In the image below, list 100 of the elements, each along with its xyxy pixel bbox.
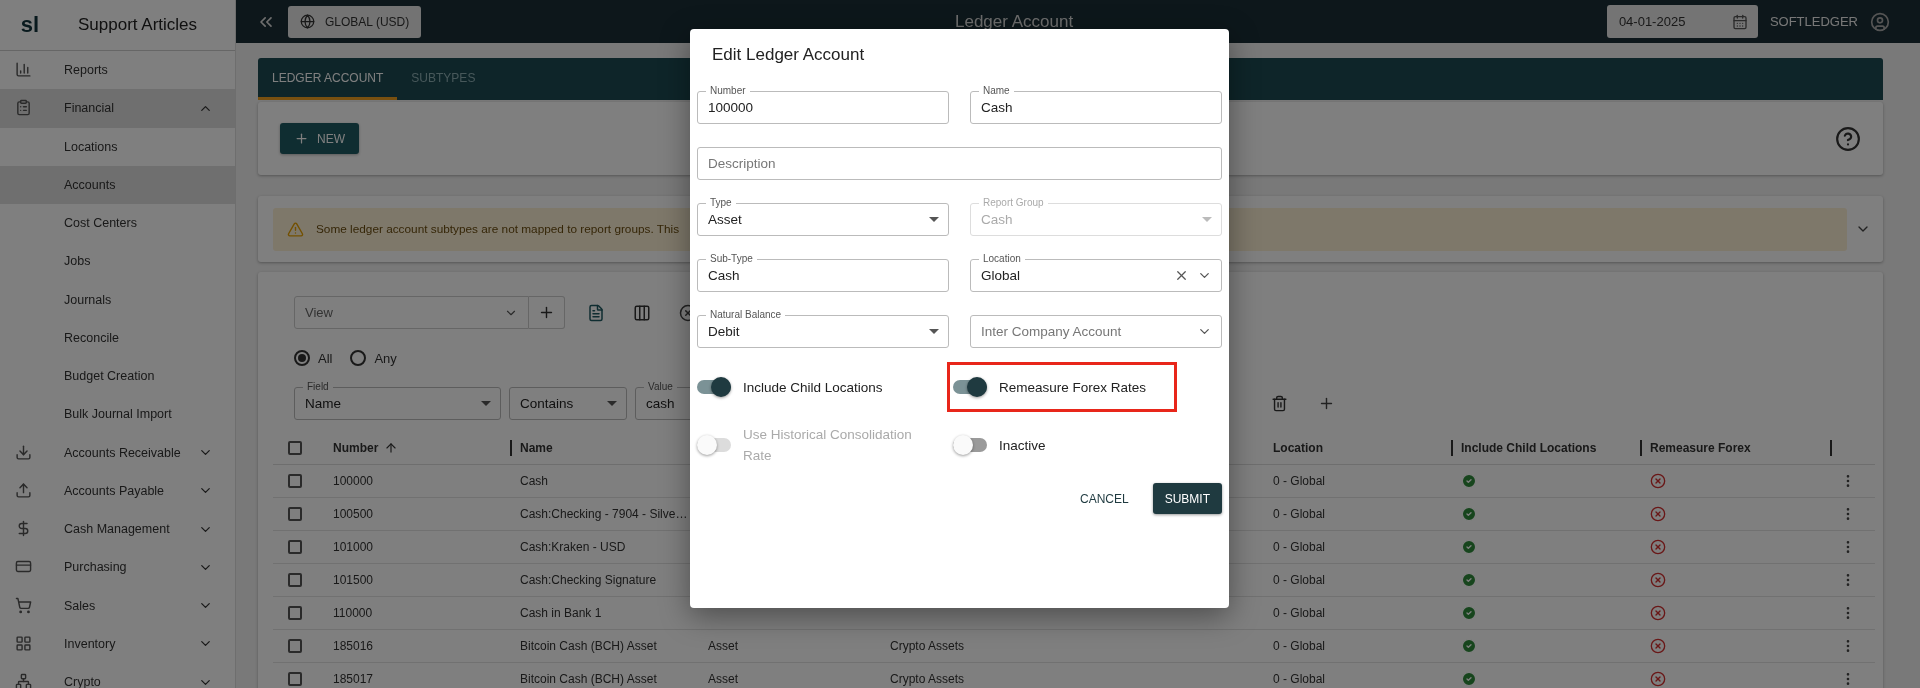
network-icon xyxy=(15,673,32,688)
sidebar-item[interactable]: Purchasing xyxy=(0,548,235,587)
radio-label: All xyxy=(318,350,333,366)
toggle-switch[interactable] xyxy=(953,435,987,455)
column-header[interactable]: Location xyxy=(1273,441,1323,455)
sidebar-item[interactable]: Budget Creation xyxy=(0,357,235,396)
toggle-label: Inactive xyxy=(999,436,1047,455)
sidebar-item[interactable]: Bulk Journal Import xyxy=(0,395,235,434)
dropdown-field[interactable]: Contains xyxy=(509,387,627,420)
radio-button[interactable] xyxy=(294,350,310,366)
document-icon[interactable] xyxy=(587,303,605,322)
column-header[interactable]: Name xyxy=(520,441,553,455)
toggle-switch[interactable] xyxy=(697,377,731,397)
globe-icon xyxy=(300,14,315,29)
sidebar-item[interactable]: Accounts xyxy=(0,165,235,204)
table-cell: 110000 xyxy=(333,606,373,620)
dropdown-field[interactable]: Inter Company Account xyxy=(970,315,1222,348)
date-field[interactable]: 04-01-2025 xyxy=(1606,5,1758,38)
checkbox[interactable] xyxy=(288,573,302,587)
toggle-switch[interactable] xyxy=(953,377,987,397)
field-label: Value xyxy=(644,381,677,393)
field-label: Location xyxy=(979,253,1025,265)
checkbox[interactable] xyxy=(288,441,302,455)
user-name[interactable]: SOFTLEDGER xyxy=(1769,14,1858,29)
clear-icon[interactable] xyxy=(1174,268,1189,283)
delete-icon[interactable] xyxy=(1271,395,1288,412)
cart-icon xyxy=(15,596,32,614)
sidebar-item[interactable]: Cost Centers xyxy=(0,204,235,243)
avatar-icon[interactable] xyxy=(1870,11,1890,32)
table-cell: Bitcoin Cash (BCH) Asset xyxy=(520,639,657,653)
dropdown-arrow-icon xyxy=(929,329,939,334)
page-title: Ledger Account xyxy=(954,11,1075,32)
table-cell: Cash in Bank 1 xyxy=(520,606,602,620)
sidebar-item[interactable]: Sales xyxy=(0,586,235,625)
columns-icon[interactable] xyxy=(633,303,651,322)
table-cell: 0 - Global xyxy=(1273,474,1326,488)
field-label: Natural Balance xyxy=(706,309,786,321)
table-cell: 185017 xyxy=(333,672,374,686)
table-cell: 0 - Global xyxy=(1273,672,1326,686)
app-title: Support Articles xyxy=(76,15,199,35)
bar-chart-icon xyxy=(15,61,32,78)
dropdown-arrow-icon xyxy=(929,217,939,222)
plus-icon xyxy=(538,304,555,321)
table-cell: 100000 xyxy=(333,474,374,488)
help-icon[interactable] xyxy=(1835,125,1861,152)
sidebar-item[interactable]: Locations xyxy=(0,127,235,166)
field-label: Field xyxy=(303,381,333,393)
dropdown-arrow-icon xyxy=(607,401,617,406)
sidebar-item[interactable]: Accounts Receivable xyxy=(0,433,235,472)
table-cell: 101500 xyxy=(333,573,374,587)
sidebar-item[interactable]: Financial xyxy=(0,89,235,128)
plus-icon xyxy=(294,131,309,146)
view-select[interactable]: View xyxy=(294,296,529,329)
checkbox[interactable] xyxy=(288,606,302,620)
radio-button[interactable] xyxy=(350,350,367,366)
cancel-button[interactable]: CANCEL xyxy=(1067,483,1141,514)
table-cell: 0 - Global xyxy=(1273,540,1326,554)
table-cell: Cash:Kraken - USD xyxy=(520,540,626,554)
checkbox[interactable] xyxy=(288,540,302,554)
add-icon[interactable] xyxy=(1318,395,1335,412)
field-label: Number xyxy=(706,85,750,97)
field-label: Name xyxy=(979,85,1014,97)
column-header[interactable]: Number xyxy=(333,441,379,455)
table-cell: 185016 xyxy=(333,639,374,653)
toggle-label: Use Historical Consolidation Rate xyxy=(743,426,913,465)
sidebar-item[interactable]: Accounts Payable xyxy=(0,471,235,510)
checkbox[interactable] xyxy=(288,639,302,653)
table-cell: Cash:Checking Signature xyxy=(520,573,657,587)
table-cell: 0 - Global xyxy=(1273,639,1326,653)
field-label: Sub-Type xyxy=(706,253,757,265)
warning-icon xyxy=(287,220,304,238)
sidebar-item[interactable]: Jobs xyxy=(0,242,235,281)
dropdown-arrow-icon xyxy=(481,401,491,406)
sidebar-item[interactable]: Crypto xyxy=(0,663,235,688)
checkbox[interactable] xyxy=(288,474,302,488)
table-cell: 0 - Global xyxy=(1273,507,1326,521)
grid-icon xyxy=(15,634,32,652)
checkbox[interactable] xyxy=(288,672,302,686)
radio-label: Any xyxy=(374,350,397,366)
checkbox[interactable] xyxy=(288,507,302,521)
entity-button[interactable]: GLOBAL (USD) xyxy=(288,5,422,38)
clipboard-icon xyxy=(15,99,32,117)
new-button[interactable]: NEW xyxy=(280,123,359,154)
column-header[interactable]: Remeasure Forex xyxy=(1650,441,1751,455)
toggle-label: Include Child Locations xyxy=(743,378,884,397)
column-header[interactable]: Include Child Locations xyxy=(1461,441,1597,455)
calendar-icon[interactable] xyxy=(1731,13,1748,30)
sidebar-item[interactable]: Reports xyxy=(0,51,235,90)
table-cell: Cash xyxy=(520,474,548,488)
download-icon xyxy=(15,443,32,461)
table-cell: 0 - Global xyxy=(1273,573,1326,587)
table-cell: Bitcoin Cash (BCH) Asset xyxy=(520,672,657,686)
sidebar-item[interactable]: Cash Management xyxy=(0,510,235,549)
text-field[interactable]: Description xyxy=(697,147,1222,180)
sidebar-item[interactable]: Journals xyxy=(0,280,235,319)
sidebar-item[interactable]: Reconcile xyxy=(0,318,235,357)
toggle-label: Remeasure Forex Rates xyxy=(999,378,1148,397)
submit-button[interactable]: SUBMIT xyxy=(1152,483,1222,514)
table-cell: Asset xyxy=(708,639,738,653)
sidebar-item[interactable]: Inventory xyxy=(0,624,235,663)
